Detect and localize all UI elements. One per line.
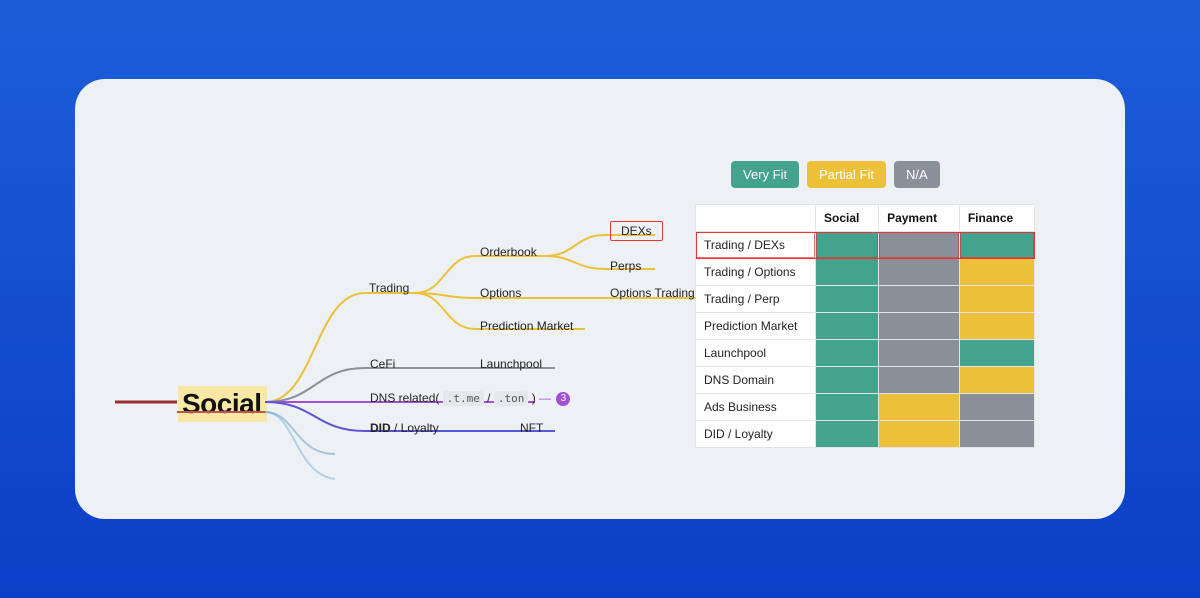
table-row: DID / Loyalty	[696, 421, 1035, 448]
fit-cell	[816, 340, 879, 367]
fit-cell	[879, 340, 960, 367]
dns-tag-2: .ton	[494, 391, 529, 406]
table-header-row: Social Payment Finance	[696, 205, 1035, 232]
content-card: Social	[75, 79, 1125, 519]
row-label: Trading / Perp	[696, 286, 816, 313]
dns-prefix: DNS related(	[370, 391, 439, 405]
row-label: Trading / DEXs	[696, 232, 816, 259]
node-dexs: DEXs	[610, 221, 663, 241]
fit-cell	[816, 367, 879, 394]
node-prediction: Prediction Market	[480, 319, 573, 333]
table-row: Ads Business	[696, 394, 1035, 421]
fit-cell	[879, 286, 960, 313]
fit-cell	[879, 367, 960, 394]
row-label: Launchpool	[696, 340, 816, 367]
fit-cell	[816, 286, 879, 313]
node-launchpool: Launchpool	[480, 357, 542, 371]
fit-cell	[879, 421, 960, 448]
fit-cell	[816, 394, 879, 421]
fit-cell	[959, 340, 1034, 367]
node-options-trading: Options Trading	[610, 286, 695, 300]
legend-partial-fit: Partial Fit	[807, 161, 886, 188]
fit-cell	[879, 259, 960, 286]
fit-matrix-table: Social Payment Finance Trading / DEXsTra…	[695, 204, 1035, 448]
row-label: DNS Domain	[696, 367, 816, 394]
legend-na: N/A	[894, 161, 940, 188]
legend: Very Fit Partial Fit N/A	[731, 161, 1055, 188]
fit-cell	[959, 367, 1034, 394]
dns-sep: /	[487, 391, 494, 405]
row-label: Prediction Market	[696, 313, 816, 340]
table-row: Launchpool	[696, 340, 1035, 367]
legend-very-fit: Very Fit	[731, 161, 799, 188]
table-row: Trading / DEXs	[696, 232, 1035, 259]
fit-matrix-block: Very Fit Partial Fit N/A Social Payment …	[695, 161, 1055, 448]
col-finance: Finance	[959, 205, 1034, 232]
node-options: Options	[480, 286, 521, 300]
row-label: Trading / Options	[696, 259, 816, 286]
fit-cell	[959, 313, 1034, 340]
fit-cell	[959, 421, 1034, 448]
fit-cell	[959, 259, 1034, 286]
fit-cell	[816, 313, 879, 340]
fit-cell	[816, 259, 879, 286]
dns-tag-1: .t.me	[443, 391, 484, 406]
node-dns: DNS related( .t.me / .ton ) — 3	[370, 391, 570, 406]
table-row: Trading / Perp	[696, 286, 1035, 313]
node-cefi: CeFi	[370, 357, 395, 371]
node-orderbook: Orderbook	[480, 245, 537, 259]
node-nft: NFT	[520, 421, 543, 435]
node-trading: Trading	[369, 281, 409, 295]
row-label: Ads Business	[696, 394, 816, 421]
fit-cell	[816, 421, 879, 448]
node-perps: Perps	[610, 259, 641, 273]
dns-suffix: )	[532, 391, 536, 405]
node-did-loyalty: DID / Loyalty	[370, 421, 439, 435]
fit-cell	[959, 394, 1034, 421]
fit-cell	[959, 286, 1034, 313]
fit-cell	[879, 232, 960, 259]
table-row: Trading / Options	[696, 259, 1035, 286]
row-label: DID / Loyalty	[696, 421, 816, 448]
fit-cell	[959, 232, 1034, 259]
dns-badge: 3	[556, 392, 570, 406]
col-payment: Payment	[879, 205, 960, 232]
fit-cell	[879, 394, 960, 421]
fit-cell	[816, 232, 879, 259]
table-row: DNS Domain	[696, 367, 1035, 394]
fit-cell	[879, 313, 960, 340]
table-row: Prediction Market	[696, 313, 1035, 340]
col-social: Social	[816, 205, 879, 232]
